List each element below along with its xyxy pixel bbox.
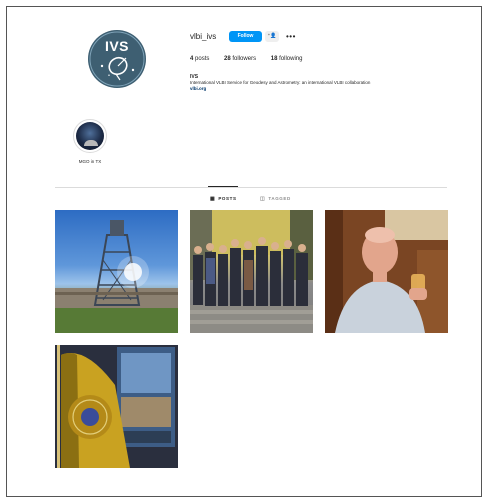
story-highlight[interactable] (73, 119, 107, 153)
profile-avatar[interactable]: IVS (88, 30, 146, 88)
profile-stats: 4 posts 28 followers 18 following (190, 56, 315, 62)
post-thumbnail[interactable] (55, 210, 178, 333)
satellite-dish-icon (89, 31, 145, 87)
active-tab-indicator (208, 186, 238, 187)
more-dots-icon[interactable]: ••• (286, 31, 296, 42)
posts-stat: 4 posts (190, 56, 210, 62)
follow-button[interactable]: Follow (229, 31, 262, 42)
suggested-accounts-button[interactable]: ⁺👤 (265, 31, 279, 42)
highlight-thumbnail (76, 122, 104, 150)
followers-stat[interactable]: 28 followers (224, 56, 256, 62)
highlight-label: MGO in TX (78, 159, 102, 164)
bio-description: International VLBI Service for Geodesy a… (190, 80, 371, 85)
group-photo (190, 210, 313, 333)
toast-photo (325, 210, 448, 333)
person-add-icon: ⁺👤 (267, 33, 277, 39)
telescope-photo (55, 220, 178, 333)
tab-posts[interactable]: ▦ POSTS (210, 196, 237, 202)
flag-photo (55, 345, 178, 468)
tab-tagged[interactable]: ◫ TAGGED (260, 196, 291, 202)
post-thumbnail[interactable] (190, 210, 313, 333)
profile-username: vlbi_ivs (190, 32, 217, 41)
tabs-divider (55, 187, 447, 188)
post-thumbnail[interactable] (325, 210, 448, 333)
following-stat[interactable]: 18 following (271, 56, 303, 62)
bio-link[interactable]: vlbi.org (190, 86, 206, 91)
tag-icon: ◫ (260, 196, 266, 202)
post-thumbnail[interactable] (55, 345, 178, 468)
grid-icon: ▦ (210, 196, 216, 202)
